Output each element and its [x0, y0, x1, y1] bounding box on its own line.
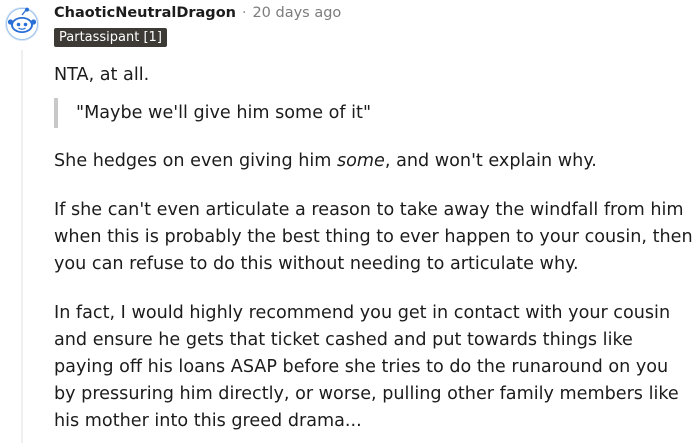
meta-separator: ·: [241, 5, 247, 21]
comment: ChaoticNeutralDragon · 20 days ago Parta…: [0, 0, 700, 443]
comment-paragraph-3: If she can't even articulate a reason to…: [54, 200, 693, 274]
avatar[interactable]: [4, 6, 40, 42]
comment-paragraph-4: In fact, I would highly recommend you ge…: [54, 303, 679, 431]
thread-collapse-line[interactable]: [21, 50, 23, 443]
paragraph-2-text-after: , and won't explain why.: [384, 151, 597, 171]
paragraph-2-text-before: She hedges on even giving him: [54, 151, 337, 171]
user-flair: Partassipant [1]: [54, 28, 167, 47]
comment-paragraph-1: NTA, at all.: [54, 65, 150, 85]
snoo-avatar-icon: [5, 7, 39, 41]
username-link[interactable]: ChaoticNeutralDragon: [54, 5, 236, 21]
blockquote: "Maybe we'll give him some of it": [54, 98, 371, 128]
timestamp-link[interactable]: 20 days ago: [252, 5, 341, 21]
paragraph-2-emphasis: some: [336, 151, 385, 171]
comment-meta: ChaoticNeutralDragon · 20 days ago: [54, 3, 341, 23]
comment-paragraph-2: She hedges on even giving him some, and …: [54, 148, 694, 175]
